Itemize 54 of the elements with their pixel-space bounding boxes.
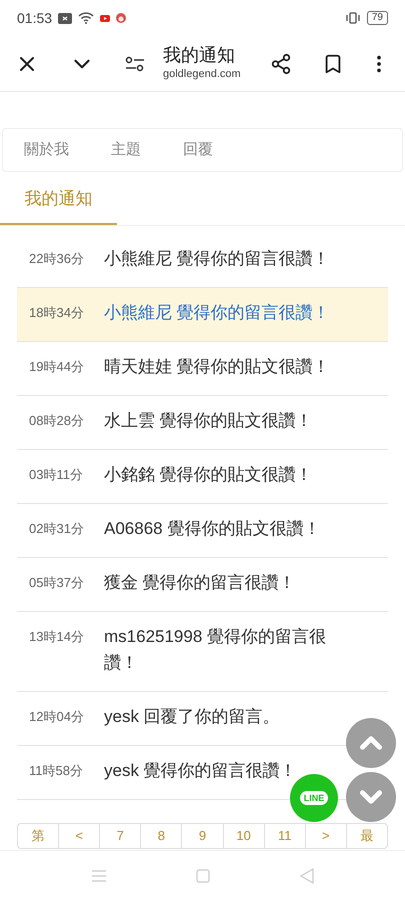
notification-text: 小熊維尼 覺得你的留言很讚！ <box>104 248 330 270</box>
page-button[interactable]: > <box>304 824 346 848</box>
notification-text: ms16251998 覺得你的留言很讚！ <box>104 626 328 674</box>
notification-text: 小熊維尼 覺得你的留言很讚！ <box>104 302 330 324</box>
notification-row[interactable]: 03時11分 小銘銘 覺得你的貼文很讚！ <box>29 465 313 488</box>
notification-icon <box>58 12 72 24</box>
notification-time: 02時31分 <box>29 520 85 538</box>
tab[interactable]: 主題 <box>111 138 141 162</box>
notification-row[interactable]: 12時04分 yesk 回覆了你的留言。 <box>29 707 280 730</box>
page-button[interactable]: 9 <box>181 824 223 848</box>
notification-text: 晴天娃娃 覺得你的貼文很讚！ <box>104 356 330 378</box>
page-url: goldlegend.com <box>163 67 242 82</box>
notification-time: 08時28分 <box>29 412 85 430</box>
page-button[interactable]: 第 <box>18 824 58 848</box>
share-icon[interactable] <box>270 52 292 74</box>
scroll-down-button[interactable] <box>346 772 396 822</box>
video-icon <box>100 14 110 22</box>
vibrate-icon <box>344 12 361 24</box>
notification-time: 12時04分 <box>29 708 85 726</box>
notification-text: 獲金 覺得你的留言很讚！ <box>104 572 296 594</box>
scroll-up-button[interactable] <box>346 718 396 768</box>
wifi-icon <box>78 12 94 24</box>
notification-time: 19時44分 <box>29 358 85 376</box>
line-label: LINE <box>300 791 328 805</box>
page-button[interactable]: 8 <box>140 824 182 848</box>
tab[interactable]: 回覆 <box>183 138 213 162</box>
notification-text: yesk 回覆了你的留言。 <box>104 706 280 728</box>
tab[interactable]: 我的通知 <box>0 175 117 225</box>
notification-text: 水上雲 覺得你的貼文很讚！ <box>104 410 313 432</box>
line-share-button[interactable]: LINE <box>290 774 338 822</box>
page-title: 我的通知 <box>163 44 236 66</box>
notification-text: 小銘銘 覺得你的貼文很讚！ <box>104 464 313 486</box>
page-button[interactable]: 7 <box>99 824 140 848</box>
notification-time: 22時36分 <box>29 250 85 268</box>
page-button[interactable]: 最 <box>346 824 387 848</box>
notification-row[interactable]: 22時36分 小熊維尼 覺得你的留言很讚！ <box>29 249 330 272</box>
notification-row[interactable]: 08時28分 水上雲 覺得你的貼文很讚！ <box>29 411 313 434</box>
notification-time: 18時34分 <box>29 304 85 322</box>
notification-time: 11時58分 <box>29 762 84 780</box>
tab[interactable]: 關於我 <box>24 138 69 162</box>
page-button[interactable]: < <box>58 824 100 848</box>
page-button[interactable]: 11 <box>264 824 305 848</box>
settings-icon[interactable] <box>125 56 145 72</box>
notification-time: 05時37分 <box>29 574 85 592</box>
notification-text: A06868 覺得你的貼文很讚！ <box>104 518 320 540</box>
notification-row[interactable]: 02時31分 A06868 覺得你的貼文很讚！ <box>29 519 320 542</box>
notification-row[interactable]: 05時37分 獲金 覺得你的留言很讚！ <box>29 573 296 596</box>
battery-icon: 79 <box>366 11 388 25</box>
page-button[interactable]: 10 <box>222 824 264 848</box>
status-time: 01:53 <box>17 8 52 28</box>
notification-row[interactable]: 19時44分 晴天娃娃 覺得你的貼文很讚！ <box>29 357 330 380</box>
notification-row[interactable]: 13時14分 ms16251998 覺得你的留言很讚！ <box>29 627 359 676</box>
notification-time: 03時11分 <box>29 466 84 484</box>
notification-time: 13時14分 <box>29 628 85 646</box>
